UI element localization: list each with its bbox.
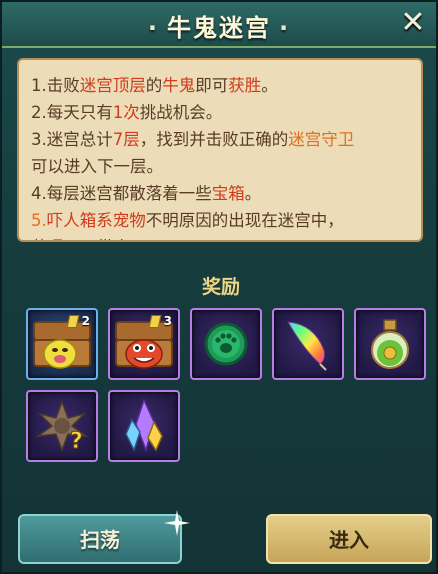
reward-count: 2 [81, 314, 90, 328]
dialog-panel: · 牛鬼迷宫 · ✕ 1.击败迷宫顶层的牛鬼即可获胜。 2.每天只有1次挑战机会。 3.… [0, 0, 438, 574]
title-dot-right: · [279, 14, 291, 42]
reward-slot-red-pet-chest[interactable]: 3 [108, 308, 180, 380]
rule-line: 3.迷宫总计7层，找到并击败正确的迷宫守卫 [31, 126, 411, 153]
reward-slot-green-potion-flask[interactable] [354, 308, 426, 380]
close-icon[interactable]: ✕ [398, 8, 428, 38]
rule-line: 2.每天只有1次挑战机会。 [31, 99, 411, 126]
sparkle-icon [164, 510, 190, 536]
green-potion-flask-icon [371, 319, 409, 369]
rule-text: 不明原因的出现在迷宫中， [145, 211, 344, 230]
rule-line: 1.击败迷宫顶层的牛鬼即可获胜。 [31, 72, 411, 99]
dialog-title: · 牛鬼迷宫 · [2, 8, 436, 43]
rule-text: 3.迷宫总计 [31, 130, 113, 149]
reward-count: 3 [163, 314, 172, 328]
reward-title: 奖励 [201, 276, 240, 298]
rule-text: 挑战机会。 [139, 103, 223, 122]
rule-text: 5. [31, 211, 47, 230]
green-paw-coin-icon [204, 322, 248, 366]
rule-text: 若遇见可带走。 [31, 238, 147, 240]
rule-text: 迷宫顶层 [79, 76, 146, 95]
title-dot-left: · [147, 14, 159, 42]
rule-text: 4.每层迷宫都散落着一些 [31, 184, 212, 203]
rule-text: 2.每天只有 [31, 103, 113, 122]
rule-line: 5.吓人箱系宠物不明原因的出现在迷宫中， [31, 207, 411, 234]
rule-text: 宝箱 [211, 184, 245, 203]
mystery-item-icon: ? [35, 399, 89, 455]
rule-text: 吓人箱系宠物 [46, 211, 146, 230]
rule-text: 可以进入下一层。 [31, 157, 163, 176]
rule-text: 1.击败 [31, 76, 80, 95]
purple-crystals-icon [125, 397, 163, 453]
rule-text: 7层 [112, 130, 140, 149]
rule-text: 的 [145, 76, 163, 95]
enter-button[interactable]: 进入 [266, 514, 432, 564]
rules-box: 1.击败迷宫顶层的牛鬼即可获胜。 2.每天只有1次挑战机会。 3.迷宫总计7层，找到… [17, 58, 423, 242]
title-bar: · 牛鬼迷宫 · ✕ [2, 2, 436, 48]
enter-button-label: 进入 [329, 528, 369, 552]
dialog-title-text: 牛鬼迷宫 [167, 14, 271, 42]
rule-text: 迷宫守卫 [288, 130, 355, 149]
reward-slot-mystery-item[interactable]: ? [26, 390, 98, 462]
rule-line: 4.每层迷宫都散落着一些宝箱。 [31, 180, 411, 207]
rule-text: 。 [244, 184, 262, 203]
sweep-button-label: 扫荡 [80, 528, 120, 552]
rule-text: 。 [261, 76, 278, 95]
rule-text: 获胜 [228, 76, 262, 95]
rule-text: 即可 [195, 76, 229, 95]
rule-text: 1次 [112, 103, 140, 122]
reward-slot-yellow-pet-chest[interactable]: 2 [26, 308, 98, 380]
svg-text:?: ? [70, 429, 83, 454]
sweep-button[interactable]: 扫荡 [18, 514, 182, 564]
reward-slot-green-paw-coin[interactable] [190, 308, 262, 380]
rule-line: 可以进入下一层。 [31, 153, 411, 180]
rule-text: ，找到并击败正确的 [139, 130, 289, 149]
rainbow-feather-icon [287, 321, 327, 371]
rule-text: 牛鬼 [162, 76, 196, 95]
rule-line: 若遇见可带走。 [31, 234, 411, 240]
reward-slot-rainbow-feather[interactable] [272, 308, 344, 380]
reward-slot-purple-crystals[interactable] [108, 390, 180, 462]
